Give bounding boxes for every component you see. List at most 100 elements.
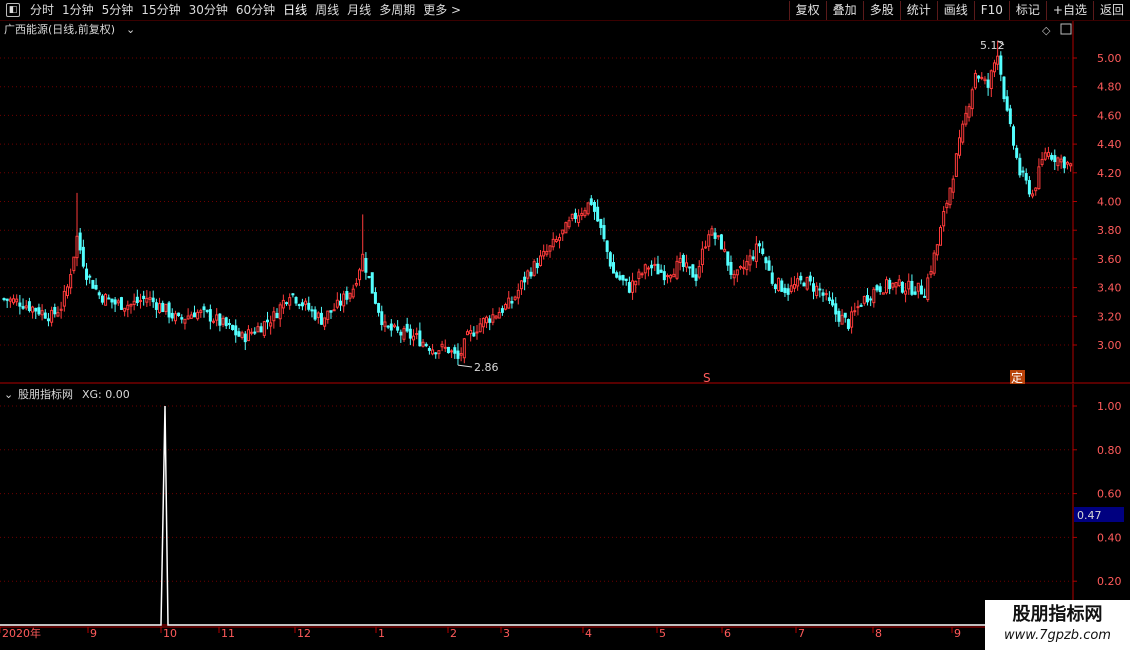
price-tick-label-7: 3.60 [1097,253,1122,266]
candle-body-21 [69,274,73,289]
toolbar-button-5[interactable]: F10 [973,0,1009,20]
period-tab-0[interactable]: 分时 [26,0,58,20]
candle-body-186 [592,202,596,212]
period-tab-9[interactable]: 多周期 [375,0,419,20]
candle-body-238 [758,243,762,247]
candle-body-116 [370,272,374,294]
candle-body-110 [351,288,355,298]
candle-body-130 [415,332,419,335]
period-tab-8[interactable]: 月线 [343,0,375,20]
watermark-title: 股朋指标网 [1012,604,1103,625]
candle-body-172 [548,245,552,252]
candle-body-165 [526,270,530,279]
candle-body-124 [396,326,400,331]
candle-body-94 [300,302,304,307]
toolbar-button-6[interactable]: 标记 [1008,0,1046,20]
candle-body-242 [770,272,774,284]
candle-body-154 [491,314,495,323]
candle-body-218 [694,274,698,281]
candle-body-228 [726,251,730,266]
date-label-0: 2020年 [2,626,41,640]
candle-body-225 [716,235,720,238]
candle-body-280 [891,282,895,288]
candle-body-63 [202,306,206,311]
candle-body-237 [754,243,758,262]
candle-body-156 [497,311,501,319]
candle-body-54 [173,313,177,322]
candle-body-1 [5,298,9,301]
candle-body-254 [808,275,812,282]
candle-body-272 [865,295,869,303]
candle-body-190 [605,240,609,252]
period-tab-2[interactable]: 5分钟 [98,0,138,20]
period-tab-3[interactable]: 15分钟 [137,0,184,20]
candle-body-230 [732,273,736,279]
candle-body-85 [272,311,276,322]
candle-body-286 [910,280,914,295]
main-panel-grid [0,21,1130,384]
toolbar-button-3[interactable]: 统计 [899,0,937,20]
candle-body-216 [688,266,692,269]
chevron-down-icon[interactable]: ⌄ [4,388,13,401]
toolbar-button-4[interactable]: 画线 [936,0,974,20]
candle-body-16 [53,307,57,315]
watermark-url: www.7gpzb.com [1004,628,1111,643]
candle-body-151 [481,317,485,328]
candle-body-27 [88,275,92,278]
toolbar-button-0[interactable]: 复权 [788,0,826,20]
candle-body-82 [262,321,266,336]
candle-body-95 [304,300,308,305]
period-tab-4[interactable]: 30分钟 [185,0,232,20]
candle-body-205 [653,263,657,266]
candle-body-121 [386,325,390,328]
toolbar-button-2[interactable]: 多股 [862,0,900,20]
toolbar-button-8[interactable]: 返回 [1092,0,1130,20]
chevron-down-icon[interactable]: ⌄ [126,23,135,36]
candle-body-304 [967,106,971,118]
high-price-label: 5.12 [980,39,1005,52]
diamond-icon[interactable]: ◇ [1042,24,1051,37]
toolbar-button-7[interactable]: +自选 [1045,0,1093,20]
candle-body-258 [821,292,825,296]
candle-body-51 [164,303,168,312]
candle-body-319 [1015,147,1019,158]
candle-body-309 [983,78,987,82]
candle-body-217 [691,264,695,278]
candle-body-278 [885,279,889,294]
candle-body-128 [408,328,412,339]
candle-body-335 [1065,161,1069,165]
candle-body-113 [361,253,365,272]
period-tab-6[interactable]: 日线 [279,0,311,20]
candle-body-311 [989,70,993,90]
candle-body-4 [15,298,19,303]
menu-icon[interactable]: ◧ [6,3,20,17]
candle-body-65 [208,309,212,322]
date-label-3: 11 [221,627,235,640]
candle-body-42 [135,296,139,303]
chart-area[interactable]: 5.00 4.80 4.60 4.40 4.20 4.00 3.80 3.60 3.40 3.20… [0,21,1130,650]
indicator-series [0,405,1073,626]
toolbar-button-1[interactable]: 叠加 [825,0,863,20]
candle-body-330 [1050,154,1054,160]
candle-body-179 [570,213,574,219]
period-tab-7[interactable]: 周线 [311,0,343,20]
candle-body-266 [846,319,850,329]
candle-body-328 [1043,152,1047,160]
candle-body-140 [446,346,450,354]
indicator-line [0,405,1073,626]
panel-toggle-icon[interactable] [1060,23,1072,35]
candle-body-161 [513,296,517,300]
candle-body-135 [431,349,435,355]
candle-body-231 [735,269,739,276]
candle-body-181 [577,215,581,223]
candle-body-68 [218,313,222,326]
ind-tick-label-0: 1.00 [1097,400,1122,413]
candle-body-71 [227,323,231,326]
period-tab-5[interactable]: 60分钟 [232,0,279,20]
candle-body-40 [129,303,133,307]
candle-body-314 [999,55,1003,75]
candle-body-114 [364,257,368,273]
period-tab-10[interactable]: 更多 > [419,0,465,20]
candle-body-35 [113,299,117,305]
period-tab-1[interactable]: 1分钟 [58,0,98,20]
